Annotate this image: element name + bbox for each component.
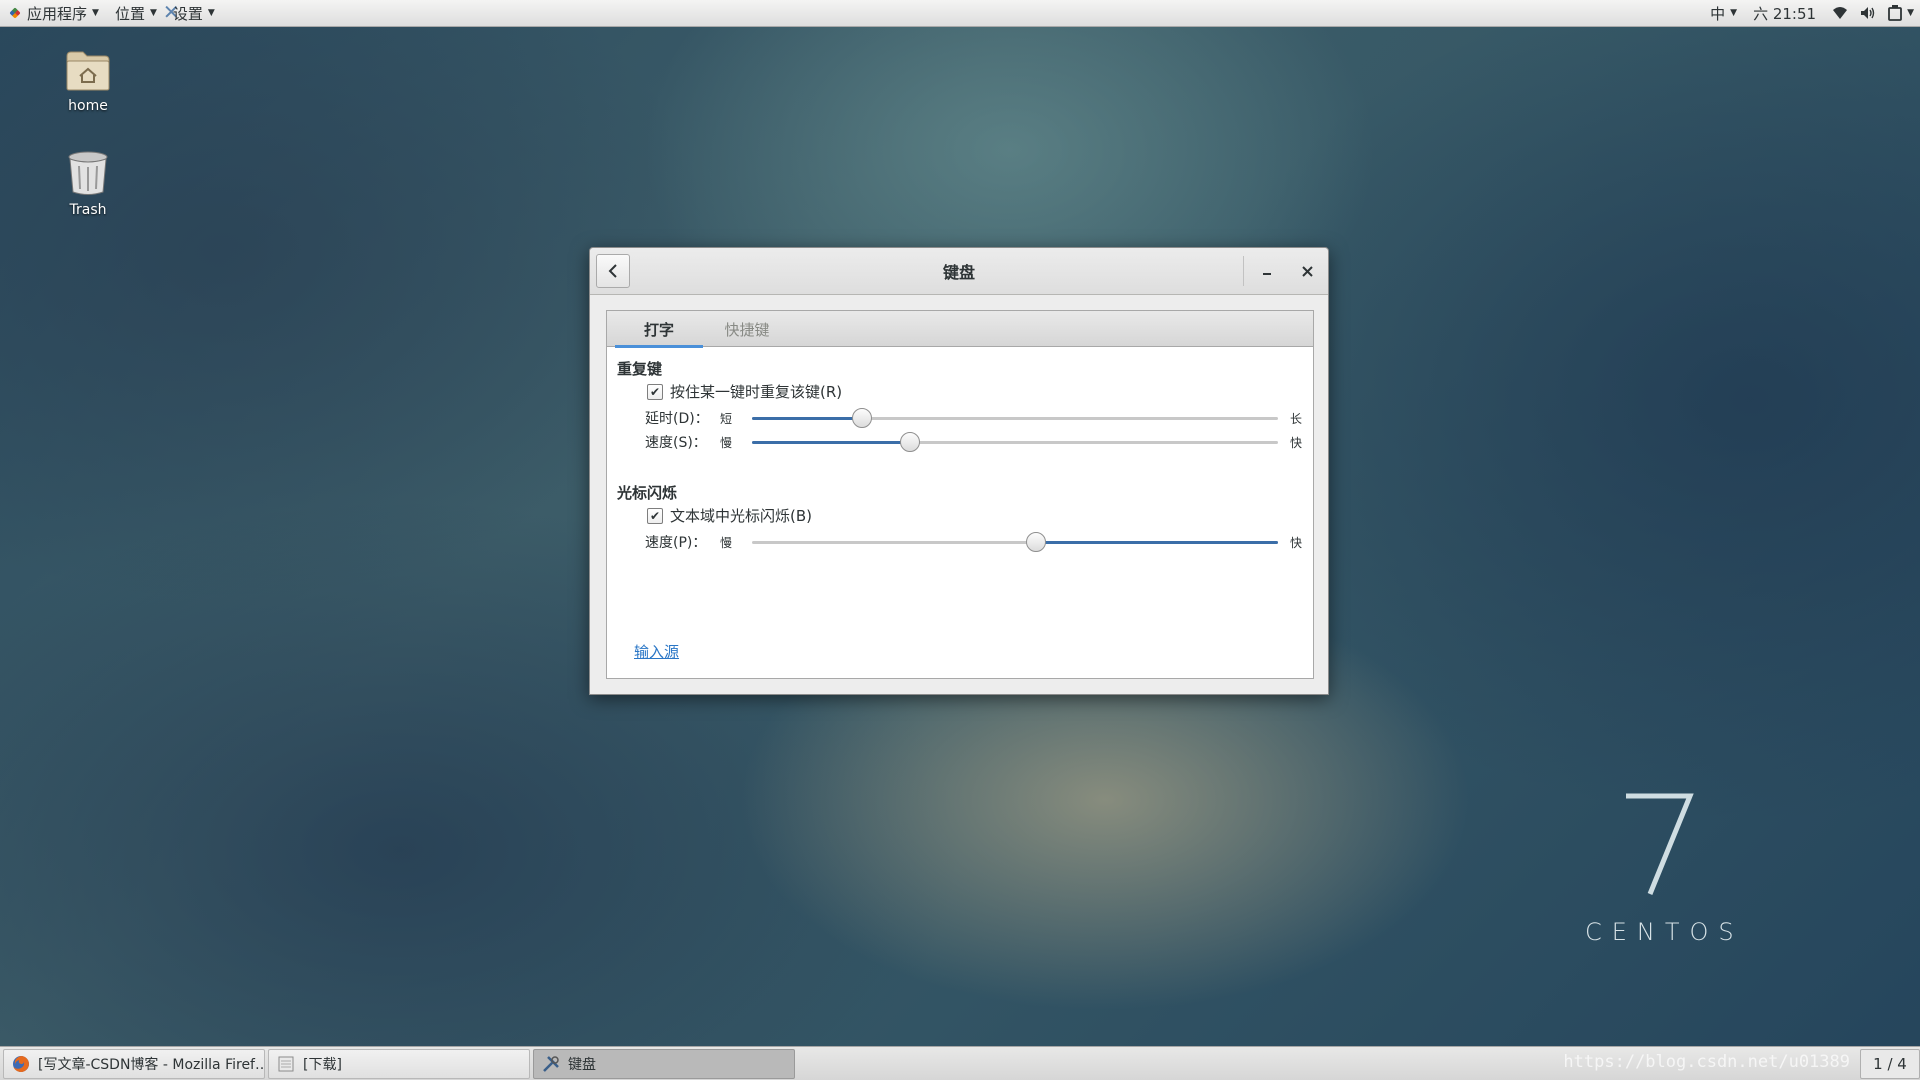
cursor-blink-checkbox-row[interactable]: ✔ 文本域中光标闪烁(B) [647,505,812,526]
repeat-keys-checkbox-label: 按住某一键时重复该键(R) [670,383,843,401]
centos-7-logo [1626,793,1694,895]
desktop-icon-trash[interactable]: Trash [38,150,138,218]
repeat-keys-checkbox[interactable]: ✔ [647,383,663,400]
applications-icon [8,6,22,20]
cursor-speed-max-label: 快 [1290,535,1303,550]
clock-label: 六 21:51 [1753,4,1817,23]
applications-menu[interactable]: 应用程序 ▼ [0,0,107,27]
window-title: 键盘 [942,263,975,282]
task-keyboard[interactable]: 键盘 [533,1048,795,1079]
wifi-icon[interactable] [1824,6,1856,20]
tab-typing[interactable]: 打字 [615,311,703,348]
window-list-panel: [写文章-CSDN博客 - Mozilla Firef… [下载] 键盘 htt… [0,1046,1920,1080]
repeat-speed-row: 速度(S)： 慢 快 [645,430,1315,454]
repeat-speed-slider[interactable] [752,430,1278,454]
cursor-blink-checkbox[interactable]: ✔ [647,507,663,524]
repeat-keys-checkbox-row[interactable]: ✔ 按住某一键时重复该键(R) [647,381,842,402]
task-label: 键盘 [568,1056,596,1073]
titlebar-separator [1243,256,1244,286]
close-icon [1301,265,1313,277]
desktop-icon-label: home [68,98,108,114]
keyboard-panel: 打字 快捷键 重复键 ✔ 按住某一键时重复该键(R) 延时(D)： 短 长 速度… [606,310,1314,679]
firefox-icon [13,1055,29,1072]
settings-tools-icon [543,1055,559,1072]
repeat-delay-row: 延时(D)： 短 长 [645,406,1315,430]
repeat-delay-slider[interactable] [752,406,1278,430]
input-method-indicator[interactable]: 中 ▼ [1702,3,1745,24]
minimize-icon [1263,273,1271,275]
chevron-down-icon: ▼ [92,8,99,18]
chevron-down-icon: ▼ [1730,8,1738,18]
minimize-button[interactable] [1256,260,1278,282]
close-button[interactable] [1296,260,1318,282]
task-label: [写文章-CSDN博客 - Mozilla Firef… [38,1056,265,1073]
settings-menu[interactable]: ✕ 设置 ▼ [163,0,223,27]
volume-icon[interactable] [1856,6,1880,20]
power-icon [1888,5,1902,21]
applications-menu-label: 应用程序 [27,4,88,23]
slider-handle[interactable] [1026,532,1047,552]
slider-handle[interactable] [899,432,920,452]
tab-shortcuts[interactable]: 快捷键 [703,311,791,347]
keyboard-window: 键盘 打字 快捷键 重复键 ✔ 按住某一键时重复该键(R) 延时(D)： 短 长 [589,247,1329,695]
repeat-delay-label: 延时(D)： [645,411,709,427]
trash-icon [68,151,108,195]
places-menu-label: 位置 [114,4,145,23]
cursor-speed-slider[interactable] [752,530,1278,554]
repeat-speed-label: 速度(S)： [645,435,707,451]
input-method-label: 中 [1710,4,1726,23]
power-menu[interactable]: ▼ [1880,5,1920,21]
input-sources-link[interactable]: 输入源 [634,641,679,662]
repeat-speed-min-label: 慢 [720,435,733,450]
workspace-switcher[interactable]: 1 / 4 [1860,1049,1920,1079]
settings-menu-label: 设置 [172,4,203,23]
desktop-icon-label: Trash [69,202,107,218]
repeat-delay-max-label: 长 [1290,411,1303,426]
repeat-keys-heading: 重复键 [617,360,663,378]
desktop-icon-home[interactable]: home [38,50,138,114]
slider-handle[interactable] [852,408,873,428]
chevron-down-icon: ▼ [207,8,215,18]
task-label: [下载] [303,1056,342,1073]
cursor-blink-checkbox-label: 文本域中光标闪烁(B) [670,507,812,525]
task-firefox[interactable]: [写文章-CSDN博客 - Mozilla Firef… [3,1048,265,1079]
repeat-speed-max-label: 快 [1290,435,1303,450]
cursor-blinking-heading: 光标闪烁 [617,484,678,502]
window-titlebar[interactable]: 键盘 [590,248,1328,295]
cursor-speed-row: 速度(P)： 慢 快 [645,530,1315,554]
blog-watermark: https://blog.csdn.net/u01389 [1563,1052,1850,1072]
folder-home-icon [66,51,110,91]
tab-bar: 打字 快捷键 [607,311,1313,348]
cursor-speed-min-label: 慢 [720,535,733,550]
centos-text: CENTOS [1585,918,1744,946]
chevron-down-icon: ▼ [149,8,157,18]
file-manager-icon [278,1056,294,1071]
cursor-speed-label: 速度(P)： [645,535,707,551]
chevron-down-icon: ▼ [1907,8,1914,18]
top-panel: 应用程序 ▼ 位置 ▼ ✕ 设置 ▼ 中 ▼ 六 21:51 ▼ [0,0,1920,27]
places-menu[interactable]: 位置 ▼ [107,0,165,27]
task-downloads[interactable]: [下载] [268,1048,530,1079]
clock[interactable]: 六 21:51 [1745,3,1824,24]
repeat-delay-min-label: 短 [720,411,733,426]
